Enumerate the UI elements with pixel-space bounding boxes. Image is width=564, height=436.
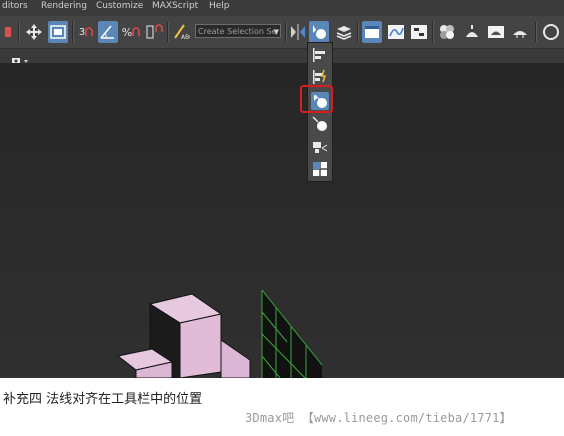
watermark-text: 3Dmax吧 【www.lineeg.com/tieba/1771】 bbox=[245, 411, 512, 425]
screenshot: ditors Rendering Customize MAXScript Hel… bbox=[0, 0, 564, 378]
align-to-view-icon[interactable] bbox=[311, 160, 329, 178]
normal-align-highlight bbox=[300, 85, 333, 113]
place-highlight-icon[interactable] bbox=[311, 115, 329, 133]
quick-align-icon[interactable] bbox=[311, 68, 329, 86]
pink-box-group[interactable] bbox=[116, 293, 251, 378]
caption-text: 补充四 法线对齐在工具栏中的位置 bbox=[3, 392, 203, 407]
align-camera-icon[interactable] bbox=[311, 138, 329, 156]
grid-plane[interactable] bbox=[261, 289, 323, 378]
align-icon[interactable] bbox=[311, 46, 329, 64]
scene-objects bbox=[116, 289, 323, 378]
